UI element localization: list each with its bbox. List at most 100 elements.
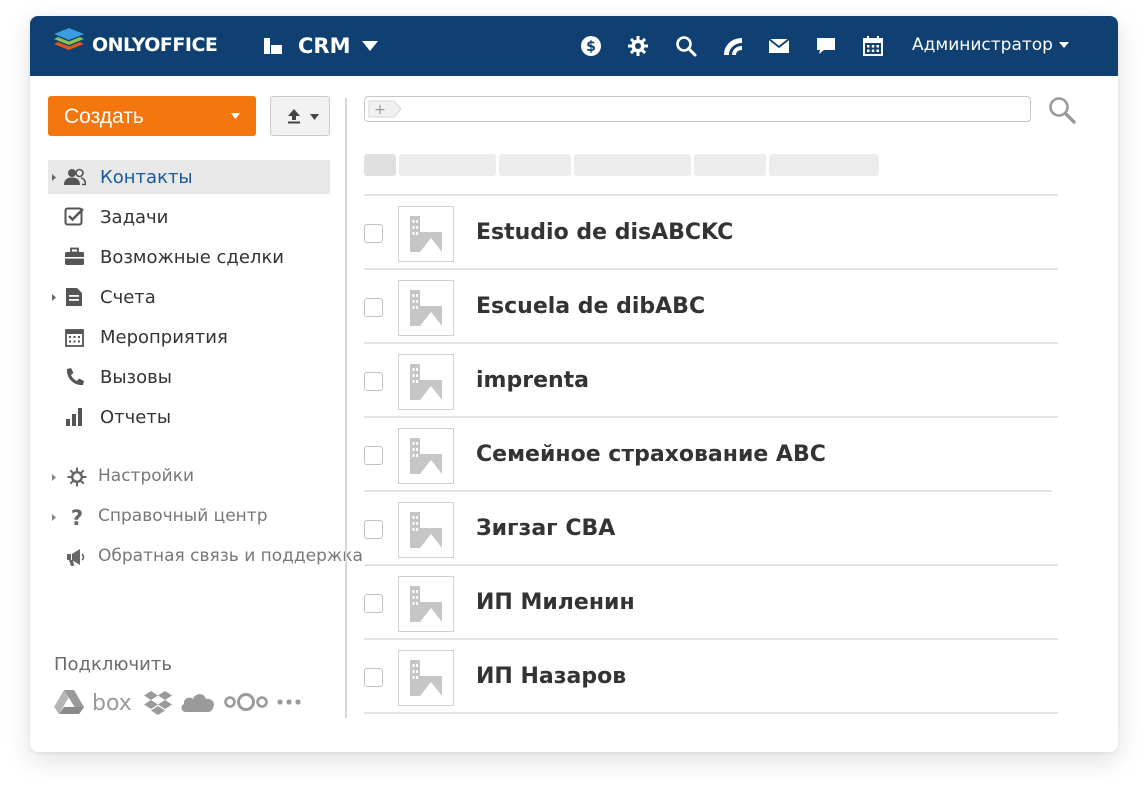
sidebar-item-settings[interactable]: Настройки bbox=[48, 460, 348, 494]
contacts-icon bbox=[64, 168, 86, 186]
row-checkbox[interactable] bbox=[364, 298, 383, 317]
chevron-down-icon bbox=[1058, 42, 1069, 48]
row-checkbox[interactable] bbox=[364, 594, 383, 613]
column-header-placeholder[interactable] bbox=[499, 154, 571, 176]
row-checkbox[interactable] bbox=[364, 372, 383, 391]
sidebar-item-events[interactable]: Мероприятия bbox=[48, 320, 330, 354]
sidebar-item-invoices[interactable]: Счета bbox=[48, 280, 330, 314]
sidebar-item-feedback[interactable]: Обратная связь и поддержка bbox=[48, 540, 363, 574]
chevron-down-icon bbox=[362, 41, 379, 51]
chevron-down-icon bbox=[231, 113, 240, 119]
row-divider bbox=[364, 712, 1058, 714]
contact-row[interactable]: Зигзаг CBA bbox=[364, 492, 1058, 564]
contact-name[interactable]: Семейное страхование ABC bbox=[476, 442, 826, 467]
contact-row[interactable]: imprenta bbox=[364, 344, 1058, 416]
column-header-placeholder[interactable] bbox=[574, 154, 691, 176]
column-header-placeholder[interactable] bbox=[769, 154, 879, 176]
upload-button[interactable] bbox=[270, 96, 330, 136]
sidebar-item-label: Мероприятия bbox=[100, 327, 228, 348]
contact-row[interactable]: ИП Миленин bbox=[364, 566, 1058, 638]
company-avatar bbox=[398, 428, 454, 484]
onedrive-icon[interactable] bbox=[180, 689, 216, 715]
company-avatar bbox=[398, 650, 454, 706]
more-icon[interactable] bbox=[276, 689, 304, 715]
contact-row[interactable]: Escuela de dibABC bbox=[364, 270, 1058, 342]
company-placeholder-icon bbox=[410, 438, 442, 474]
sidebar-item-label: Счета bbox=[100, 287, 156, 308]
contact-row[interactable]: Семейное страхование ABC bbox=[364, 418, 1058, 490]
svg-text:box: box bbox=[92, 691, 132, 715]
invoices-icon bbox=[66, 288, 82, 306]
row-checkbox[interactable] bbox=[364, 224, 383, 243]
sidebar-item-label: Настройки bbox=[98, 466, 195, 486]
company-avatar bbox=[398, 280, 454, 336]
feed-icon[interactable] bbox=[722, 35, 744, 57]
sidebar-item-help-center[interactable]: ? Справочный центр bbox=[48, 500, 348, 534]
sidebar-item-label: Контакты bbox=[100, 167, 193, 188]
question-icon: ? bbox=[71, 506, 83, 528]
sidebar-item-contacts[interactable]: Контакты bbox=[48, 160, 330, 194]
row-checkbox[interactable] bbox=[364, 668, 383, 687]
megaphone-icon bbox=[67, 549, 85, 566]
row-checkbox[interactable] bbox=[364, 446, 383, 465]
contact-name[interactable]: Escuela de dibABC bbox=[476, 294, 705, 319]
settings-icon[interactable] bbox=[627, 35, 649, 57]
module-switcher[interactable]: CRM bbox=[262, 34, 379, 58]
onlyoffice-logo[interactable]: ONLYOFFICE bbox=[50, 28, 218, 62]
dropbox-icon[interactable] bbox=[144, 689, 172, 715]
nextcloud-icon[interactable] bbox=[224, 689, 268, 715]
app-window: ONLYOFFICE CRM $ Администратор Создать К… bbox=[30, 16, 1118, 752]
search-icon[interactable] bbox=[675, 35, 697, 57]
contact-row[interactable]: Estudio de disABCKC bbox=[364, 196, 1058, 268]
reports-icon bbox=[66, 408, 82, 426]
row-checkbox[interactable] bbox=[364, 520, 383, 539]
sidebar-item-reports[interactable]: Отчеты bbox=[48, 400, 330, 434]
sidebar-divider bbox=[345, 98, 347, 718]
svg-text:?: ? bbox=[71, 506, 83, 528]
company-placeholder-icon bbox=[410, 660, 442, 696]
create-button[interactable]: Создать bbox=[48, 96, 256, 136]
onlyoffice-logo-icon bbox=[54, 28, 84, 50]
upload-icon bbox=[288, 109, 300, 124]
company-placeholder-icon bbox=[410, 290, 442, 326]
sidebar-secondary: Настройки ? Справочный центр Обратная св… bbox=[48, 460, 363, 580]
add-filter-icon[interactable]: + bbox=[368, 100, 402, 118]
chat-icon[interactable] bbox=[815, 35, 837, 57]
select-all-placeholder[interactable] bbox=[364, 154, 396, 176]
expand-arrow-icon bbox=[52, 474, 56, 481]
contact-name[interactable]: imprenta bbox=[476, 368, 589, 393]
sidebar-item-tasks[interactable]: Задачи bbox=[48, 200, 330, 234]
calendar-icon[interactable] bbox=[862, 35, 884, 57]
sidebar-item-label: Вызовы bbox=[100, 367, 172, 388]
top-navigation-bar: ONLYOFFICE CRM $ Администратор bbox=[30, 16, 1118, 76]
gear-icon bbox=[67, 467, 87, 487]
contact-name[interactable]: Зигзаг CBA bbox=[476, 516, 615, 541]
mail-icon[interactable] bbox=[768, 35, 790, 57]
sidebar-item-label: Задачи bbox=[100, 207, 169, 228]
column-header-placeholder[interactable] bbox=[399, 154, 496, 176]
contact-row[interactable]: ИП Назаров bbox=[364, 640, 1058, 712]
company-placeholder-icon bbox=[410, 364, 442, 400]
user-menu[interactable]: Администратор bbox=[912, 35, 1069, 55]
box-icon[interactable]: box bbox=[92, 689, 136, 715]
user-name: Администратор bbox=[912, 35, 1053, 55]
billing-icon[interactable]: $ bbox=[580, 35, 602, 57]
company-avatar bbox=[398, 502, 454, 558]
google-drive-icon[interactable] bbox=[54, 689, 84, 715]
company-avatar bbox=[398, 354, 454, 410]
sidebar-item-calls[interactable]: Вызовы bbox=[48, 360, 330, 394]
logo-text: ONLYOFFICE bbox=[92, 34, 218, 56]
company-placeholder-icon bbox=[410, 586, 442, 622]
connect-title: Подключить bbox=[54, 654, 172, 675]
search-icon[interactable] bbox=[1048, 96, 1076, 124]
sidebar-item-deals[interactable]: Возможные сделки bbox=[48, 240, 330, 274]
contact-name[interactable]: ИП Назаров bbox=[476, 664, 626, 689]
chevron-down-icon bbox=[310, 114, 319, 120]
expand-arrow-icon bbox=[52, 174, 56, 181]
deals-icon bbox=[65, 247, 84, 265]
sidebar-item-label: Справочный центр bbox=[98, 506, 268, 526]
contact-name[interactable]: Estudio de disABCKC bbox=[476, 220, 733, 245]
filter-input[interactable]: + bbox=[364, 96, 1031, 122]
column-header-placeholder[interactable] bbox=[694, 154, 766, 176]
contact-name[interactable]: ИП Миленин bbox=[476, 590, 635, 615]
